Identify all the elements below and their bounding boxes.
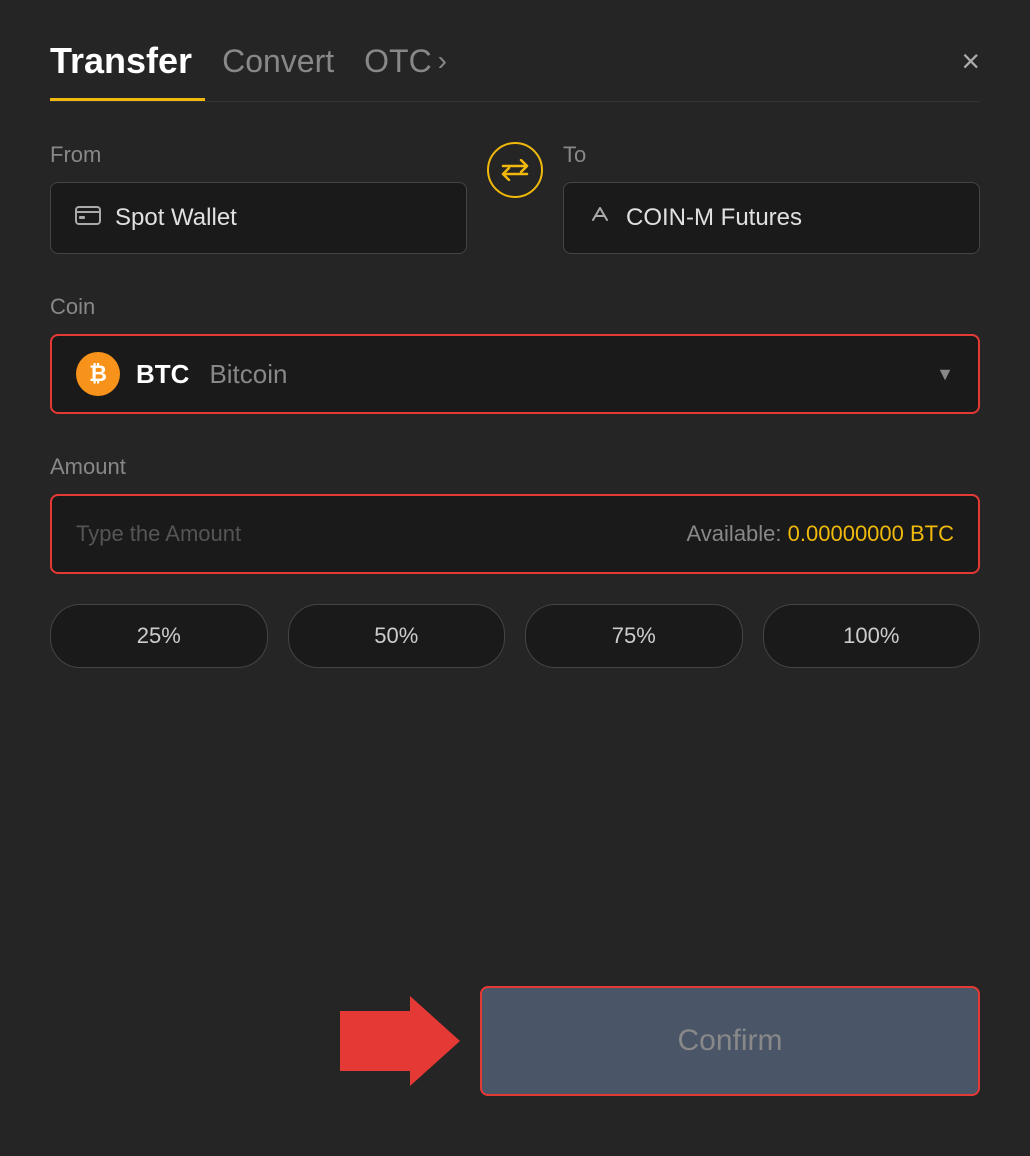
percent-75-button[interactable]: 75% [525, 604, 743, 668]
modal-header: Transfer Convert OTC › × [50, 40, 980, 82]
available-balance: Available: 0.00000000 BTC [687, 521, 954, 547]
header-divider [50, 101, 980, 102]
coin-symbol: BTC [136, 359, 189, 390]
percentage-row: 25% 50% 75% 100% [50, 604, 980, 668]
swap-button[interactable] [487, 142, 543, 198]
transfer-modal: Transfer Convert OTC › × From Spot Wa [0, 0, 1030, 1156]
amount-placeholder-text: Type the Amount [76, 521, 241, 547]
from-label: From [50, 142, 467, 168]
btc-icon: ₿ [76, 352, 120, 396]
swap-wrapper [487, 142, 543, 206]
bottom-section: Confirm [50, 986, 980, 1096]
to-section: To COIN-M Futures [563, 142, 980, 254]
futures-icon [588, 203, 612, 233]
from-section: From Spot Wallet [50, 142, 467, 254]
card-icon [75, 205, 101, 231]
tab-convert[interactable]: Convert [222, 43, 334, 80]
red-arrow-icon [340, 991, 460, 1091]
coin-section: Coin ₿ BTC Bitcoin ▼ [50, 294, 980, 454]
from-wallet-name: Spot Wallet [115, 204, 237, 232]
from-wallet-selector[interactable]: Spot Wallet [50, 182, 467, 254]
available-value: 0.00000000 BTC [788, 521, 954, 546]
tab-otc[interactable]: OTC › [364, 43, 447, 80]
to-wallet-selector[interactable]: COIN-M Futures [563, 182, 980, 254]
tab-underline-area [50, 82, 980, 101]
otc-chevron-icon: › [438, 45, 447, 77]
coin-label: Coin [50, 294, 980, 320]
to-wallet-name: COIN-M Futures [626, 204, 802, 232]
confirm-button[interactable]: Confirm [480, 986, 980, 1096]
percent-100-button[interactable]: 100% [763, 604, 981, 668]
to-label: To [563, 142, 980, 168]
tab-transfer[interactable]: Transfer [50, 40, 192, 82]
coin-name: Bitcoin [209, 359, 287, 390]
amount-label: Amount [50, 454, 980, 480]
amount-field[interactable]: Type the Amount Available: 0.00000000 BT… [50, 494, 980, 574]
percent-25-button[interactable]: 25% [50, 604, 268, 668]
coin-selector[interactable]: ₿ BTC Bitcoin ▼ [50, 334, 980, 414]
coin-dropdown-arrow-icon: ▼ [936, 364, 954, 385]
arrow-wrapper [50, 991, 480, 1091]
btc-symbol-icon: ₿ [89, 361, 107, 387]
percent-50-button[interactable]: 50% [288, 604, 506, 668]
amount-section: Amount Type the Amount Available: 0.0000… [50, 454, 980, 604]
close-button[interactable]: × [961, 45, 980, 77]
from-to-section: From Spot Wallet [50, 142, 980, 254]
